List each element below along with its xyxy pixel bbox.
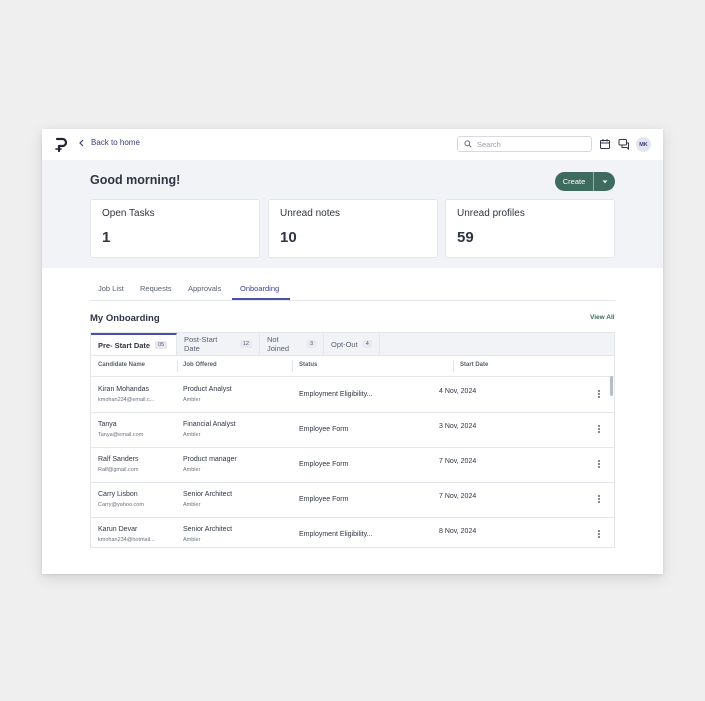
start-date: 4 Nov, 2024 [439, 388, 477, 395]
create-button[interactable]: Create [555, 172, 594, 191]
table-row[interactable]: Karun Devar kmohan234@hotmail... Senior … [91, 517, 614, 547]
candidate-email: Ralf@gmail.com [98, 467, 139, 473]
count-badge: 3 [306, 340, 316, 348]
column-divider [453, 360, 454, 372]
stat-value: 10 [280, 229, 297, 246]
search-icon [464, 140, 472, 148]
onboarding-table-panel: Pre- Start Date 05 Post-Start Date 12 No… [90, 332, 615, 548]
count-badge: 05 [155, 341, 168, 349]
more-vertical-icon[interactable] [595, 528, 603, 540]
candidate-email: Tanya@email.com [98, 432, 144, 438]
column-header-candidate[interactable]: Candidate Name [98, 362, 145, 368]
count-badge: 12 [239, 340, 252, 348]
column-divider [177, 360, 178, 372]
candidate-name: Kiran Mohandas [98, 386, 149, 393]
stat-card-open-tasks[interactable]: Open Tasks 1 [90, 199, 260, 258]
subtab-opt-out[interactable]: Opt-Out 4 [324, 333, 380, 355]
candidate-name: Ralf Sanders [98, 456, 139, 463]
company-name: Ambler [183, 537, 201, 543]
table-header: Candidate Name Job Offered Status Start … [91, 356, 614, 377]
calendar-icon[interactable] [599, 138, 611, 150]
view-all-link[interactable]: View All [590, 314, 615, 321]
table-scrollbar[interactable] [610, 376, 613, 396]
candidate-email: Carry@yahoo.com [98, 502, 144, 508]
subtab-label: Pre- Start Date [98, 340, 151, 350]
stat-label: Unread profiles [457, 208, 525, 219]
onboarding-subtabs: Pre- Start Date 05 Post-Start Date 12 No… [91, 333, 614, 356]
chevron-left-icon [79, 139, 84, 146]
subtab-label: Opt-Out [331, 339, 358, 349]
column-header-start-date[interactable]: Start Date [460, 362, 488, 368]
column-header-job[interactable]: Job Offered [183, 362, 217, 368]
section-title: My Onboarding [90, 313, 160, 324]
tab-job-list[interactable]: Job List [98, 284, 124, 293]
stat-card-unread-profiles[interactable]: Unread profiles 59 [445, 199, 615, 258]
status-text: Employment Eligibility... [299, 531, 373, 538]
job-title: Product Analyst [183, 386, 232, 393]
stat-value: 1 [102, 229, 111, 246]
more-vertical-icon[interactable] [595, 388, 603, 400]
tab-requests[interactable]: Requests [140, 284, 172, 293]
candidate-email: kmohan234@email.c... [98, 397, 155, 403]
subtab-post-start-date[interactable]: Post-Start Date 12 [177, 333, 260, 355]
status-text: Employee Form [299, 496, 349, 503]
start-date: 7 Nov, 2024 [439, 458, 477, 465]
tab-approvals[interactable]: Approvals [188, 284, 221, 293]
candidate-name: Tanya [98, 421, 117, 428]
start-date: 3 Nov, 2024 [439, 423, 477, 430]
create-dropdown-toggle[interactable] [594, 172, 615, 191]
dashboard-header: Good morning! Create Open Tasks 1 Unread… [42, 160, 663, 268]
table-row[interactable]: Carry Lisbon Carry@yahoo.com Senior Arch… [91, 482, 614, 518]
company-name: Ambler [183, 397, 201, 403]
company-name: Ambler [183, 432, 201, 438]
status-text: Employment Eligibility... [299, 391, 373, 398]
more-vertical-icon[interactable] [595, 423, 603, 435]
caret-down-icon [602, 180, 607, 183]
search-box[interactable] [457, 136, 592, 152]
brand-logo-icon[interactable] [54, 137, 68, 153]
top-bar: Back to home MK [42, 129, 663, 160]
table-row[interactable]: Ralf Sanders Ralf@gmail.com Product mana… [91, 447, 614, 483]
more-vertical-icon[interactable] [595, 493, 603, 505]
start-date: 7 Nov, 2024 [439, 493, 477, 500]
company-name: Ambler [183, 502, 201, 508]
column-divider [292, 360, 293, 372]
subtab-label: Post-Start Date [184, 335, 218, 353]
job-title: Product manager [183, 456, 237, 463]
chat-icon[interactable] [618, 138, 630, 150]
back-to-home-link[interactable]: Back to home [78, 138, 140, 147]
job-title: Financial Analyst [183, 421, 236, 428]
job-title: Senior Architect [183, 526, 233, 533]
app-window: Back to home MK Good morning! Create [42, 129, 663, 574]
candidate-name: Carry Lisbon [98, 491, 138, 498]
search-input[interactable] [477, 139, 587, 149]
main-tabs: Job List Requests Approvals Onboarding [90, 280, 615, 301]
start-date: 8 Nov, 2024 [439, 528, 477, 535]
stat-value: 59 [457, 229, 474, 246]
candidate-name: Karun Devar [98, 526, 138, 533]
candidate-email: kmohan234@hotmail... [98, 537, 155, 543]
greeting-title: Good morning! [90, 173, 181, 187]
table-row[interactable]: Kiran Mohandas kmohan234@email.c... Prod… [91, 377, 614, 413]
active-tab-indicator [232, 298, 290, 300]
company-name: Ambler [183, 467, 201, 473]
column-header-status[interactable]: Status [299, 362, 317, 368]
back-label: Back to home [91, 138, 140, 147]
status-text: Employee Form [299, 461, 349, 468]
subtab-label: Not Joined [267, 335, 290, 353]
subtab-pre-start-date[interactable]: Pre- Start Date 05 [91, 333, 177, 355]
create-split-button: Create [555, 172, 615, 191]
job-title: Senior Architect [183, 491, 233, 498]
table-row[interactable]: Tanya Tanya@email.com Financial Analyst … [91, 412, 614, 448]
count-badge: 4 [362, 340, 372, 348]
status-text: Employee Form [299, 426, 349, 433]
subtab-not-joined[interactable]: Not Joined 3 [260, 333, 324, 355]
stat-label: Unread notes [280, 208, 341, 219]
more-vertical-icon[interactable] [595, 458, 603, 470]
stat-card-unread-notes[interactable]: Unread notes 10 [268, 199, 438, 258]
tab-onboarding[interactable]: Onboarding [240, 284, 279, 293]
user-avatar[interactable]: MK [636, 137, 651, 152]
stat-label: Open Tasks [102, 208, 155, 219]
